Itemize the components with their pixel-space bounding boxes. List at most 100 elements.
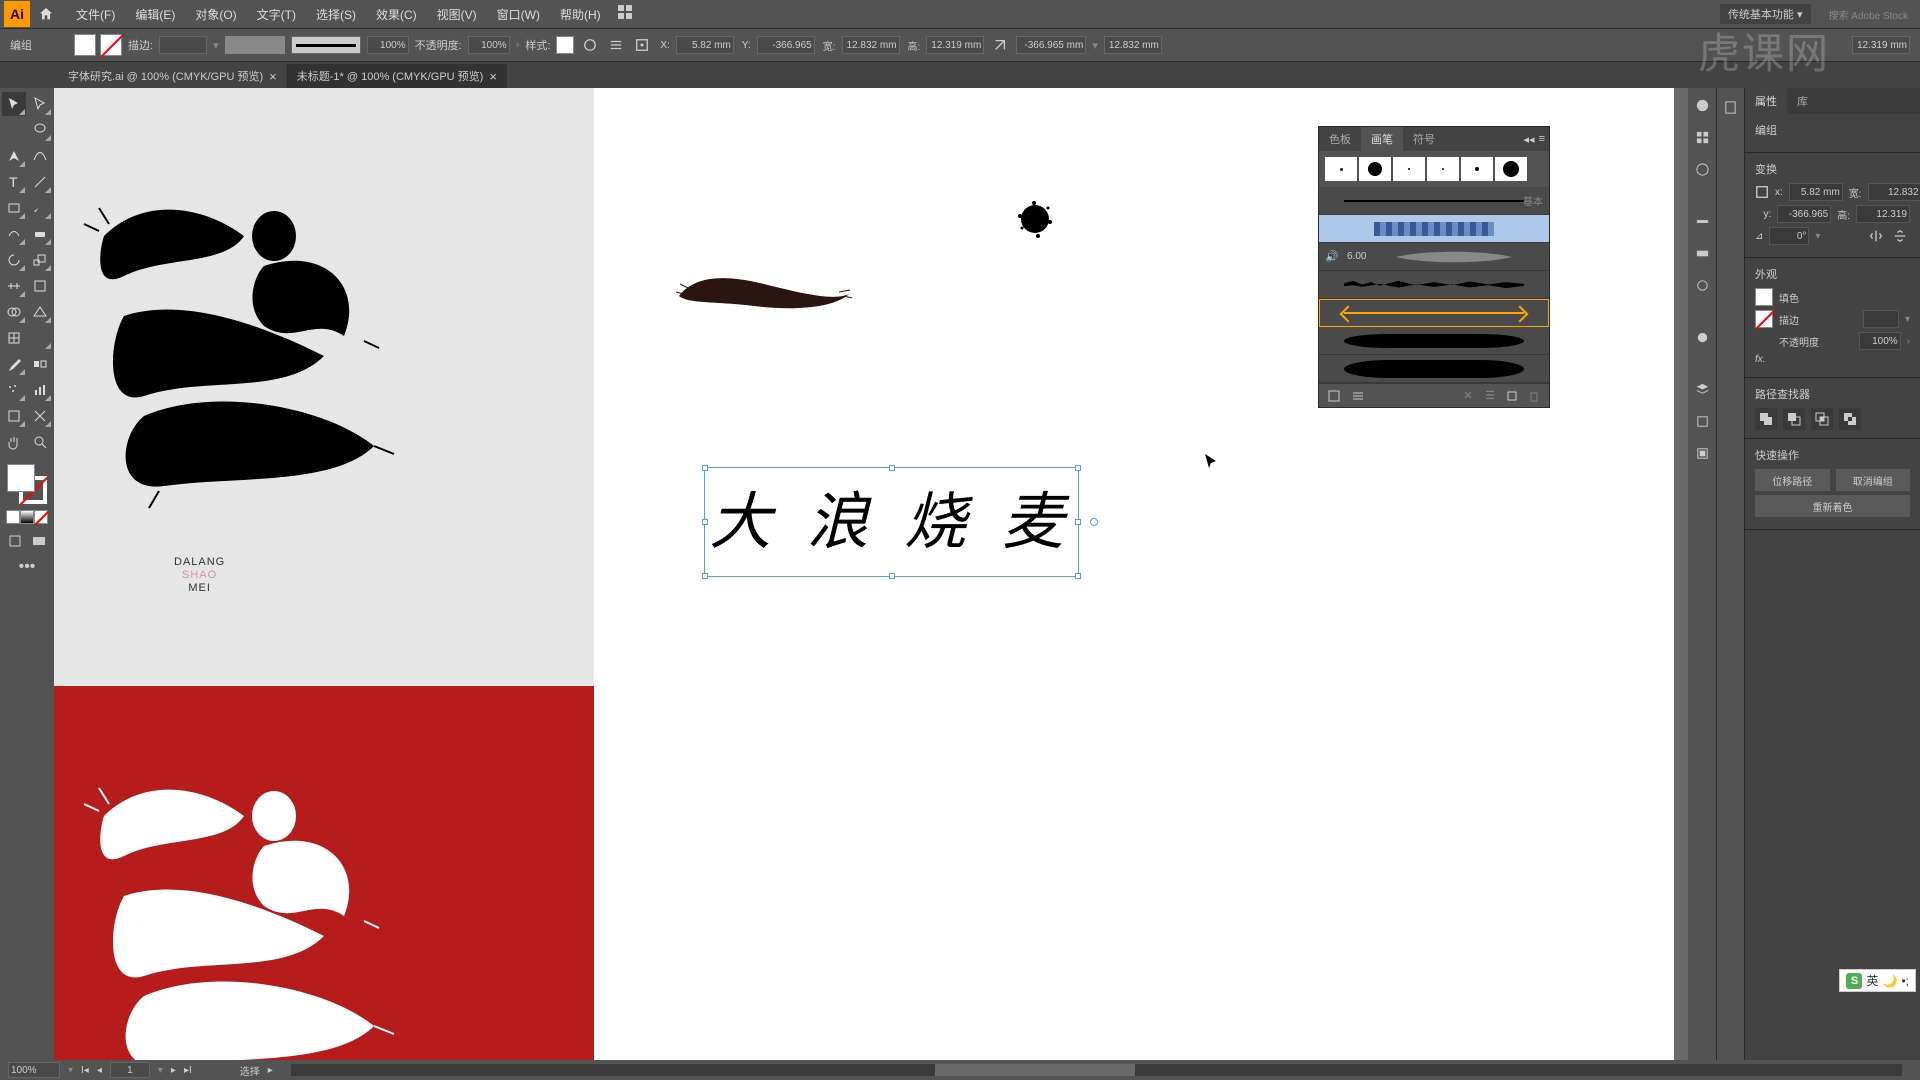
reference-point-icon[interactable] (1755, 183, 1769, 201)
stroke-panel-icon[interactable] (1691, 210, 1713, 232)
type-tool[interactable]: T (2, 170, 26, 194)
brush-item-scale[interactable] (1319, 215, 1549, 243)
asset-export-icon[interactable] (1691, 410, 1713, 432)
selected-object[interactable]: 大 浪 烧 麦 (704, 467, 1079, 577)
tab-brushes[interactable]: 画笔 (1361, 127, 1403, 151)
collapse-icon[interactable]: ◂◂ (1524, 133, 1535, 146)
line-tool[interactable] (28, 170, 52, 194)
delete-brush-icon[interactable] (1525, 387, 1543, 405)
edit-toolbar[interactable]: ••• (2, 558, 52, 576)
prop-w-input[interactable] (1868, 183, 1920, 201)
tab-doc-1[interactable]: 字体研究.ai @ 100% (CMYK/GPU 预览)× (58, 64, 287, 88)
panel-menu-icon[interactable]: ≡ (1539, 133, 1545, 146)
ungroup-button[interactable]: 取消编组 (1836, 469, 1911, 491)
slice-tool[interactable] (28, 404, 52, 428)
transparency-panel-icon[interactable] (1691, 274, 1713, 296)
arrange-docs-icon[interactable] (617, 4, 637, 24)
menu-view[interactable]: 视图(V) (427, 6, 487, 23)
shear-input[interactable] (1016, 36, 1086, 54)
brush-swatch[interactable] (1393, 157, 1425, 181)
brush-swatch[interactable] (1461, 157, 1493, 181)
prop-rotate-input[interactable] (1769, 227, 1809, 245)
options-icon[interactable]: ☰ (1481, 387, 1499, 405)
recolor-button[interactable]: 重新着色 (1755, 495, 1910, 517)
prop-h-input[interactable] (1856, 205, 1910, 223)
tool-menu-icon[interactable]: ▸ (268, 1065, 273, 1076)
prop-opacity-input[interactable] (1859, 332, 1901, 350)
color-guide-icon[interactable] (1691, 158, 1713, 180)
resize-handle[interactable] (702, 465, 708, 471)
y-input[interactable] (757, 36, 815, 54)
perspective-tool[interactable] (28, 300, 52, 324)
menu-help[interactable]: 帮助(H) (550, 6, 611, 23)
close-icon[interactable]: × (489, 69, 497, 84)
zoom-input[interactable] (8, 1062, 60, 1078)
resize-handle[interactable] (1075, 519, 1081, 525)
brush-item-rough[interactable] (1319, 271, 1549, 299)
brush-libraries-icon[interactable] (1325, 387, 1343, 405)
side-handle[interactable] (1090, 518, 1098, 526)
eraser-tool[interactable] (28, 222, 52, 246)
selection-tool[interactable] (2, 92, 26, 116)
menu-effect[interactable]: 效果(C) (366, 6, 427, 23)
lasso-tool[interactable] (28, 118, 52, 142)
nav-prev-icon[interactable]: ◂ (97, 1065, 102, 1076)
search-stock[interactable]: 搜索 Adobe Stock (1821, 7, 1916, 22)
shaper-tool[interactable] (2, 222, 26, 246)
brush-item-width[interactable]: 🔊 6.00 (1319, 243, 1549, 271)
resize-handle[interactable] (889, 465, 895, 471)
rectangle-tool[interactable] (2, 196, 26, 220)
resize-handle[interactable] (1075, 573, 1081, 579)
brush-item-basic[interactable]: 基本 (1319, 187, 1549, 215)
color-panel-icon[interactable] (1691, 94, 1713, 116)
direct-selection-tool[interactable] (28, 92, 52, 116)
nav-next-icon[interactable]: ▸ (171, 1065, 176, 1076)
right-readout[interactable] (1852, 36, 1910, 54)
layers-panel-icon[interactable] (1691, 378, 1713, 400)
artboard-tool[interactable] (2, 404, 26, 428)
ime-indicator[interactable]: S 英 🌙 •; (1839, 969, 1916, 992)
brush-swatch[interactable] (1495, 157, 1527, 181)
brush-scale-input[interactable] (367, 36, 409, 54)
gradient-tool[interactable] (28, 326, 52, 350)
menu-type[interactable]: 文字(T) (247, 6, 306, 23)
x-input[interactable] (676, 36, 734, 54)
gradient-panel-icon[interactable] (1691, 242, 1713, 264)
scale-tool[interactable] (28, 248, 52, 272)
prop-y-input[interactable] (1777, 205, 1831, 223)
brush-item-heavy2[interactable] (1319, 355, 1549, 383)
tab-doc-2[interactable]: 未标题-1* @ 100% (CMYK/GPU 预览)× (287, 64, 507, 88)
artboards-panel-icon[interactable] (1691, 442, 1713, 464)
pathfinder-unite[interactable] (1755, 408, 1777, 430)
brush-item-arrow[interactable] (1319, 299, 1549, 327)
resize-handle[interactable] (1075, 465, 1081, 471)
opacity-input[interactable] (468, 36, 510, 54)
graph-tool[interactable] (28, 378, 52, 402)
flip-v-icon[interactable] (1890, 227, 1910, 245)
new-brush-icon[interactable] (1503, 387, 1521, 405)
artboard-number-input[interactable] (110, 1062, 150, 1078)
menu-window[interactable]: 窗口(W) (487, 6, 550, 23)
fill-mini-swatch[interactable] (1755, 288, 1773, 306)
zoom-tool[interactable] (28, 430, 52, 454)
brush-definition[interactable] (291, 36, 361, 54)
offset-path-button[interactable]: 位移路径 (1755, 469, 1830, 491)
stroke-mini-swatch[interactable] (1755, 310, 1773, 328)
menu-select[interactable]: 选择(S) (306, 6, 366, 23)
home-icon[interactable] (36, 4, 56, 24)
menu-edit[interactable]: 编辑(E) (125, 6, 185, 23)
tab-libraries[interactable]: 库 (1787, 88, 1818, 114)
brush-swatch[interactable] (1325, 157, 1357, 181)
nav-first-icon[interactable]: I◂ (81, 1065, 89, 1076)
color-mode-none[interactable] (34, 510, 48, 524)
width-tool[interactable] (2, 274, 26, 298)
tab-swatches[interactable]: 色板 (1319, 127, 1361, 151)
shape-builder-tool[interactable] (2, 300, 26, 324)
fill-stroke-indicator[interactable] (7, 464, 47, 504)
brush-item-heavy1[interactable] (1319, 327, 1549, 355)
tab-symbols[interactable]: 符号 (1403, 127, 1445, 151)
w-input[interactable] (842, 36, 900, 54)
blend-tool[interactable] (28, 352, 52, 376)
recolor-icon[interactable] (580, 36, 600, 54)
pathfinder-minus[interactable] (1783, 408, 1805, 430)
